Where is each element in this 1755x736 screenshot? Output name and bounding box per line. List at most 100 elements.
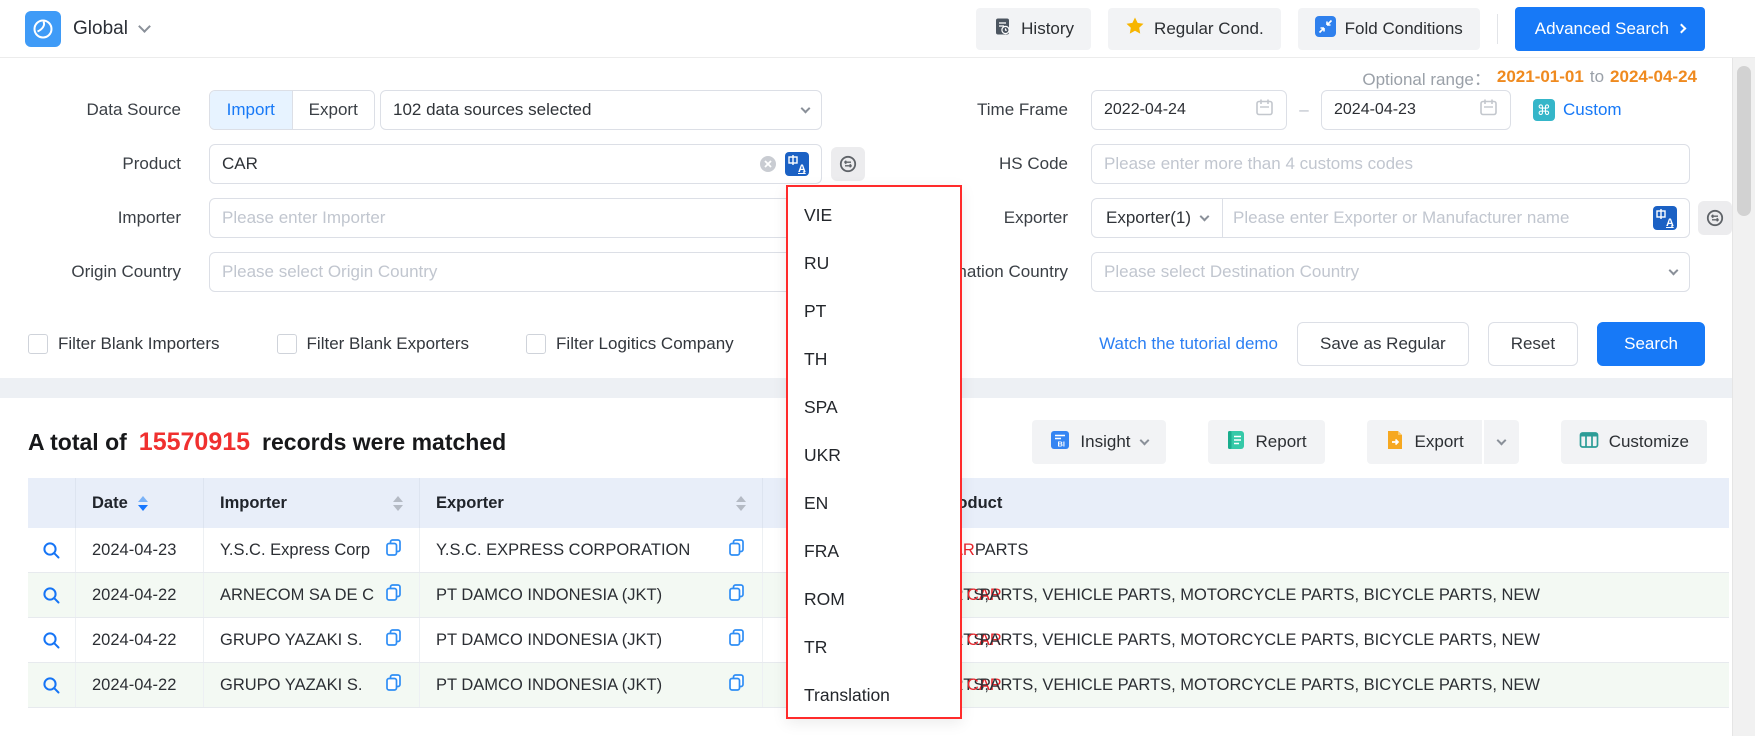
detail-search-icon[interactable] [41, 540, 62, 561]
optional-range-label: Optional range： [1362, 65, 1491, 90]
product-cell: CAR PARTS [895, 528, 1729, 572]
importer-header-label: Importer [220, 494, 287, 513]
custom-timeframe-button[interactable]: ⌘ Custom [1533, 99, 1622, 121]
report-button[interactable]: Report [1208, 420, 1325, 464]
copy-icon[interactable] [719, 538, 746, 562]
language-option[interactable]: ROM [788, 575, 960, 623]
importer-cell: Y.S.C. Express Corp [204, 528, 420, 572]
exporter-column-header: Exporter [420, 478, 763, 528]
language-option[interactable]: VIE [788, 191, 960, 239]
optional-range-start: 2021-01-01 [1497, 67, 1584, 87]
language-option[interactable]: UKR [788, 431, 960, 479]
copy-icon[interactable] [376, 673, 403, 697]
exporter-scope-select[interactable]: Exporter(1) [1092, 199, 1223, 237]
sort-icon[interactable] [393, 496, 403, 511]
region-selector[interactable]: Global [25, 11, 149, 47]
fold-conditions-button[interactable]: Fold Conditions [1298, 8, 1480, 50]
language-option[interactable]: EN [788, 479, 960, 527]
search-button[interactable]: Search [1597, 322, 1705, 366]
vertical-scrollbar[interactable] [1732, 58, 1755, 736]
product-input[interactable] [222, 154, 751, 174]
exporter-cell: PT DAMCO INDONESIA (JKT) [420, 573, 763, 617]
language-option[interactable]: RU [788, 239, 960, 287]
copy-icon[interactable] [719, 673, 746, 697]
filter-label: Filter Blank Importers [58, 334, 220, 354]
hs-code-input[interactable] [1104, 154, 1677, 174]
date-cell: 2024-04-22 [76, 573, 204, 617]
calendar-icon [1255, 98, 1274, 122]
fold-conditions-label: Fold Conditions [1345, 19, 1463, 39]
importer-cell: ARNECOM SA DE C [204, 573, 420, 617]
optional-range-end: 2024-04-24 [1610, 67, 1697, 87]
regular-cond-button[interactable]: Regular Cond. [1108, 8, 1281, 50]
chevron-down-icon [801, 103, 811, 113]
sort-icon[interactable] [138, 496, 148, 511]
synonym-search-icon[interactable] [831, 147, 865, 181]
chevron-down-icon [1200, 211, 1210, 221]
tab-export[interactable]: Export [292, 91, 375, 129]
region-label: Global [73, 18, 128, 40]
export-button[interactable]: Export [1367, 420, 1482, 464]
copy-icon[interactable] [719, 583, 746, 607]
copy-icon[interactable] [376, 583, 403, 607]
insight-label: Insight [1080, 432, 1130, 452]
svg-text:BI: BI [1058, 439, 1066, 448]
results-suffix: records were matched [262, 429, 506, 456]
date-cell: 2024-04-23 [76, 528, 204, 572]
save-as-regular-button[interactable]: Save as Regular [1297, 322, 1469, 366]
detail-search-icon[interactable] [41, 585, 62, 606]
data-source-selected-value: 102 data sources selected [393, 100, 591, 120]
data-source-select[interactable]: 102 data sources selected [380, 90, 822, 130]
language-option[interactable]: TR [788, 623, 960, 671]
language-option[interactable]: FRA [788, 527, 960, 575]
filter-blank-importers-checkbox[interactable]: Filter Blank Importers [28, 334, 220, 354]
topbar: Global History Regular Cond. Fold Condit… [0, 0, 1755, 58]
time-frame-end-input[interactable]: 2024-04-23 [1321, 90, 1511, 130]
tutorial-demo-link[interactable]: Watch the tutorial demo [1099, 334, 1278, 354]
translate-language-menu: VIE RU PT TH SPA UKR EN FRA ROM TR Trans… [786, 185, 962, 719]
export-icon [1385, 430, 1405, 455]
importer-column-header: Importer [204, 478, 420, 528]
tab-import[interactable]: Import [210, 91, 292, 129]
detail-search-icon[interactable] [41, 630, 62, 651]
language-option[interactable]: SPA [788, 383, 960, 431]
copy-icon[interactable] [376, 628, 403, 652]
language-option[interactable]: Translation [788, 671, 960, 719]
chevron-right-icon [1677, 24, 1687, 34]
origin-country-placeholder: Please select Origin Country [222, 262, 437, 282]
customize-label: Customize [1609, 432, 1689, 452]
origin-country-select[interactable]: Please select Origin Country [209, 252, 822, 292]
scrollbar-thumb[interactable] [1737, 66, 1751, 216]
importer-cell: GRUPO YAZAKI S. [204, 663, 420, 707]
filter-logistics-company-checkbox[interactable]: Filter Logitics Company [526, 334, 734, 354]
export-more-button[interactable] [1482, 420, 1519, 464]
importer-label: Importer [0, 208, 181, 228]
copy-icon[interactable] [719, 628, 746, 652]
translate-icon[interactable]: A [785, 152, 809, 176]
synonym-search-icon[interactable] [1698, 201, 1732, 235]
history-button[interactable]: History [976, 8, 1091, 50]
customize-button[interactable]: Customize [1561, 420, 1707, 464]
clear-icon[interactable] [759, 155, 777, 173]
copy-icon[interactable] [376, 538, 403, 562]
time-frame-start-input[interactable]: 2022-04-24 [1091, 90, 1287, 130]
language-option[interactable]: PT [788, 287, 960, 335]
language-option[interactable]: TH [788, 335, 960, 383]
reset-button[interactable]: Reset [1488, 322, 1578, 366]
chevron-down-icon [1669, 265, 1679, 275]
date-cell: 2024-04-22 [76, 618, 204, 662]
product-label: Product [0, 154, 181, 174]
importer-input[interactable] [222, 208, 809, 228]
product-cell: CAR PARTS, CAR PARTS, VEHICLE PARTS, MOT… [895, 573, 1729, 617]
filter-blank-exporters-checkbox[interactable]: Filter Blank Exporters [277, 334, 470, 354]
detail-search-icon[interactable] [41, 675, 62, 696]
destination-country-select[interactable]: Please select Destination Country [1091, 252, 1690, 292]
exporter-input[interactable] [1233, 208, 1645, 228]
sort-icon[interactable] [736, 496, 746, 511]
checkbox-icon [526, 334, 546, 354]
exporter-cell: PT DAMCO INDONESIA (JKT) [420, 618, 763, 662]
exporter-cell: PT DAMCO INDONESIA (JKT) [420, 663, 763, 707]
translate-icon[interactable]: A [1653, 206, 1677, 230]
advanced-search-button[interactable]: Advanced Search [1515, 7, 1705, 51]
insight-button[interactable]: BI Insight [1032, 420, 1165, 464]
